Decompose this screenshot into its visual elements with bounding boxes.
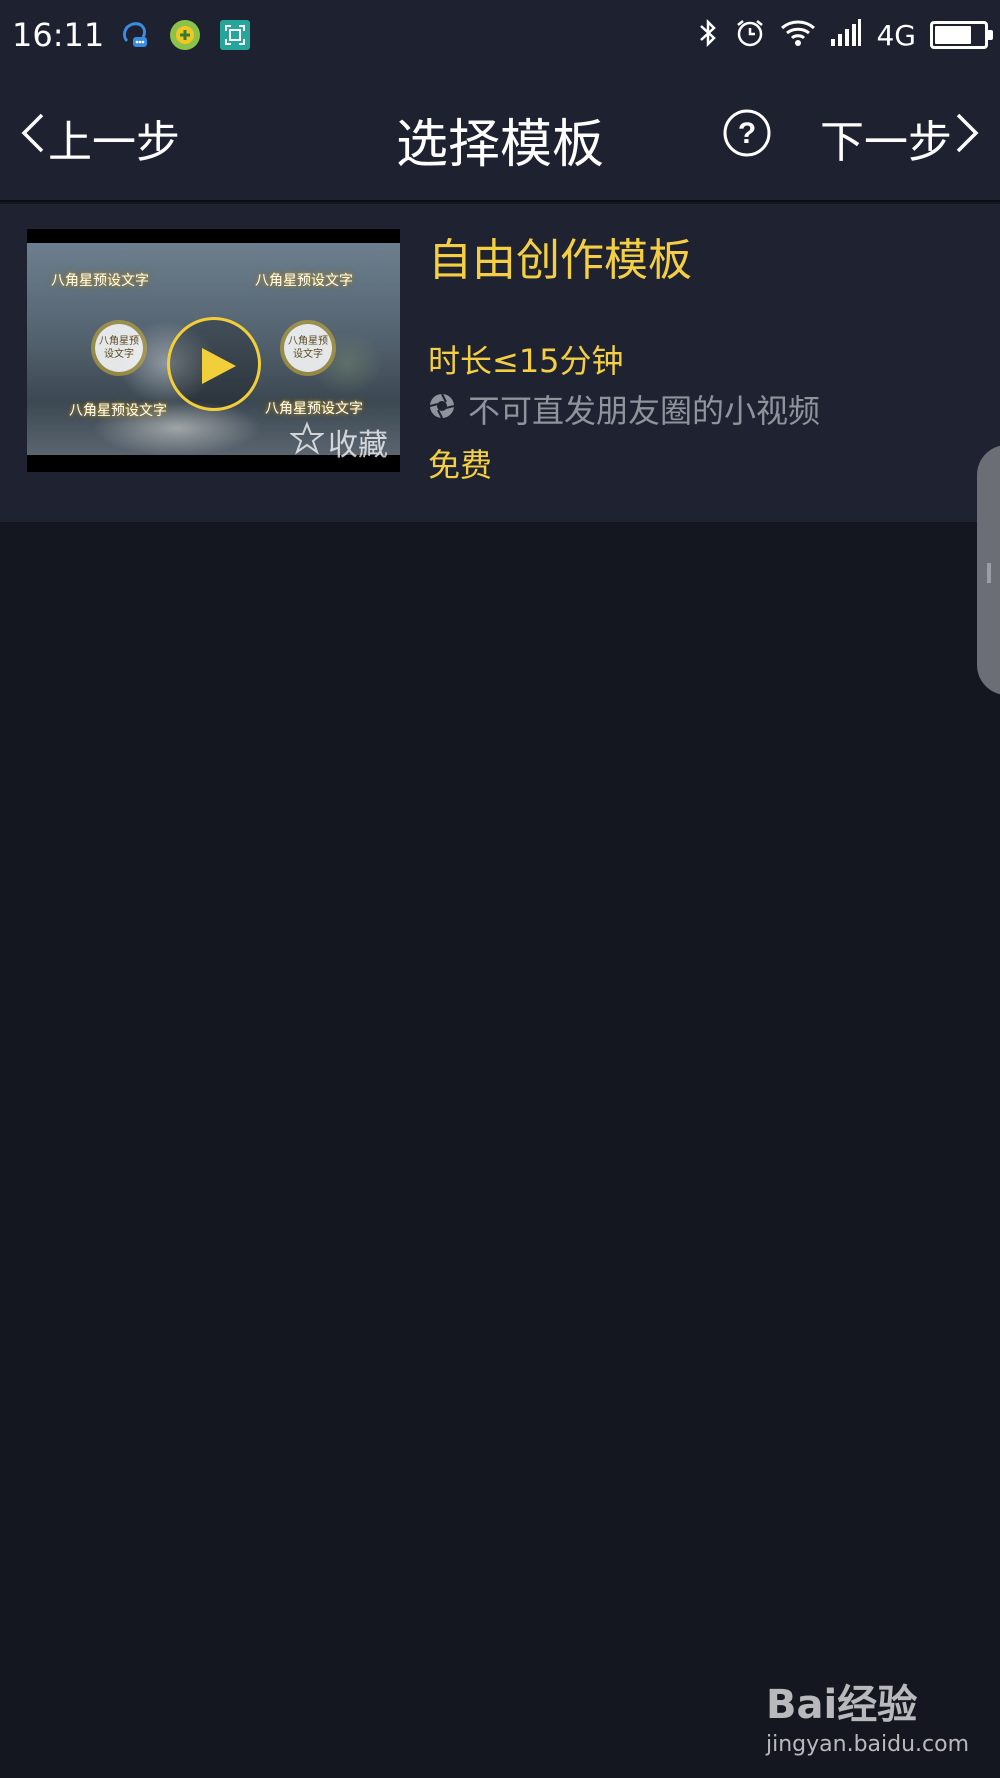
thumbnail-text: 八角星预设文字 <box>69 403 167 419</box>
back-label: 上一步 <box>48 117 180 168</box>
nav-bar: 上一步 选择模板 ? 下一步 <box>0 70 1000 202</box>
svg-text:?: ? <box>738 117 756 150</box>
chevron-right-icon <box>952 109 982 168</box>
next-button[interactable]: 下一步 <box>820 106 982 170</box>
battery-icon <box>930 21 993 49</box>
thumbnail-text: 八角星预设文字 <box>51 273 149 289</box>
next-label: 下一步 <box>820 117 952 168</box>
template-title: 自由创作模板 <box>428 235 692 286</box>
floating-side-handle[interactable] <box>977 445 1000 695</box>
favorite-button[interactable]: 收藏 <box>289 420 388 464</box>
watermark-logo: Bai经验 <box>766 1672 966 1730</box>
screenshot-icon <box>218 18 252 52</box>
bluetooth-icon <box>696 17 720 53</box>
alarm-icon <box>734 17 766 53</box>
grip-icon <box>987 563 991 583</box>
favorite-label: 收藏 <box>328 428 388 463</box>
star-icon <box>289 421 325 463</box>
watermark-logo-text: Bai经验 <box>766 1682 918 1728</box>
thumbnail-circle-text: 八角星预设文字 <box>284 324 332 372</box>
chevron-left-icon <box>18 109 48 168</box>
back-button[interactable]: 上一步 <box>18 106 180 170</box>
template-note: 不可直发朋友圈的小视频 <box>428 386 820 432</box>
thumbnail-text: 八角星预设文字 <box>265 401 363 417</box>
status-time: 16:11 <box>12 16 105 54</box>
status-bar: 16:11 4G <box>0 0 1000 70</box>
template-card[interactable]: 八角星预设文字 八角星预设文字 八角星预设文字 八角星预设文字 八角星预设文字 … <box>0 204 1000 522</box>
baidu-jingyan-watermark: Bai经验 jingyan.baidu.com <box>766 1672 970 1757</box>
thumbnail-circle-text: 八角星预设文字 <box>95 324 143 372</box>
moments-icon <box>428 390 456 428</box>
template-thumbnail[interactable]: 八角星预设文字 八角星预设文字 八角星预设文字 八角星预设文字 八角星预设文字 … <box>27 229 400 472</box>
360-security-icon <box>168 18 202 52</box>
question-circle-icon[interactable]: ? <box>722 108 772 158</box>
network-type: 4G <box>876 18 916 52</box>
chat-assistant-icon <box>118 18 152 52</box>
thumbnail-text: 八角星预设文字 <box>255 273 353 289</box>
wifi-icon <box>780 18 816 52</box>
play-icon[interactable] <box>167 317 261 411</box>
battery-level <box>935 26 971 44</box>
watermark-url: jingyan.baidu.com <box>766 1732 970 1757</box>
template-price: 免费 <box>428 446 493 484</box>
template-note-text: 不可直发朋友圈的小视频 <box>468 392 821 430</box>
template-duration: 时长≤15分钟 <box>428 342 624 380</box>
signal-icon <box>830 19 862 51</box>
